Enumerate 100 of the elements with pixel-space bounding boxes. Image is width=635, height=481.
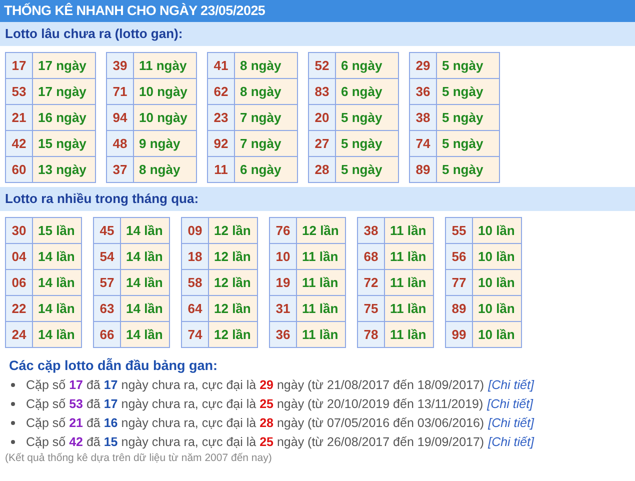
number-cell: 23 <box>208 104 234 130</box>
count-cell: 14 lần <box>120 296 170 322</box>
number-cell: 28 <box>308 156 336 182</box>
count-cell: 11 lần <box>296 244 346 270</box>
number-cell: 18 <box>182 244 208 270</box>
count-cell: 14 lần <box>120 244 170 270</box>
number-cell: 99 <box>446 322 472 348</box>
count-cell: 12 lần <box>208 270 258 296</box>
bullet-icon <box>11 382 15 386</box>
number-cell: 56 <box>446 244 472 270</box>
number-cell: 89 <box>410 156 436 182</box>
number-cell: 76 <box>270 218 296 244</box>
count-cell: 6 ngày <box>336 52 398 78</box>
count-cell: 5 ngày <box>336 104 398 130</box>
number-cell: 62 <box>208 78 234 104</box>
number-cell: 72 <box>358 270 384 296</box>
section-heading: Lotto lâu chưa ra (lotto gan): <box>0 22 635 46</box>
count-cell: 14 lần <box>32 296 82 322</box>
detail-link[interactable]: [Chi tiết] <box>488 416 534 430</box>
count-cell: 10 lần <box>472 296 522 322</box>
count-cell: 12 lần <box>208 244 258 270</box>
count-cell: 11 ngày <box>134 52 196 78</box>
count-cell: 9 ngày <box>134 130 196 156</box>
count-cell: 17 ngày <box>32 78 96 104</box>
number-cell: 31 <box>270 296 296 322</box>
count-cell: 8 ngày <box>234 78 298 104</box>
count-cell: 15 lần <box>32 218 82 244</box>
count-cell: 5 ngày <box>436 52 500 78</box>
list-text: Cặp số 21 đã 16 ngày chưa ra, cực đại là 28 ngày (từ 07/05/2016 đến 03/06/2016) <box>26 416 484 430</box>
bullet-icon <box>11 420 15 424</box>
count-cell: 5 ngày <box>436 78 500 104</box>
count-cell: 5 ngày <box>436 130 500 156</box>
count-cell: 14 lần <box>120 270 170 296</box>
count-cell: 11 lần <box>296 270 346 296</box>
number-cell: 10 <box>270 244 296 270</box>
bullet-icon <box>11 440 15 444</box>
list-text: Cặp số 42 đã 15 ngày chưa ra, cực đại là 25 ngày (từ 26/08/2017 đến 19/09/2017) <box>26 434 484 448</box>
number-cell: 48 <box>106 130 134 156</box>
count-cell: 16 ngày <box>32 104 96 130</box>
list-text: Cặp số 17 đã 17 ngày chưa ra, cực đại là 29 ngày (từ 21/08/2017 đến 18/09/2017) <box>26 378 484 392</box>
footnote: (Kết quả thống kê dựa trên dữ liệu từ năm 2007 đến nay) <box>5 452 273 464</box>
count-cell: 6 ngày <box>336 78 398 104</box>
count-cell: 12 lần <box>208 296 258 322</box>
number-cell: 22 <box>6 296 32 322</box>
count-cell: 12 lần <box>208 218 258 244</box>
count-cell: 11 lần <box>384 296 434 322</box>
number-cell: 83 <box>308 78 336 104</box>
number-cell: 74 <box>410 130 436 156</box>
count-cell: 14 lần <box>32 270 82 296</box>
count-cell: 10 ngày <box>134 104 196 130</box>
list-heading: Các cặp lotto dẫn đầu bảng gan: <box>9 358 219 373</box>
number-cell: 39 <box>106 52 134 78</box>
number-cell: 20 <box>308 104 336 130</box>
detail-link[interactable]: [Chi tiết] <box>487 396 534 410</box>
count-cell: 7 ngày <box>234 104 298 130</box>
count-cell: 13 ngày <box>32 156 96 182</box>
count-cell: 14 lần <box>120 218 170 244</box>
number-cell: 68 <box>358 244 384 270</box>
number-cell: 27 <box>308 130 336 156</box>
count-cell: 14 lần <box>120 322 170 348</box>
number-cell: 63 <box>94 296 120 322</box>
list-text: Cặp số 53 đã 17 ngày chưa ra, cực đại là 25 ngày (từ 20/10/2019 đến 13/11/2019) <box>26 396 484 410</box>
number-cell: 36 <box>410 78 436 104</box>
count-cell: 10 ngày <box>134 78 196 104</box>
number-cell: 30 <box>6 218 32 244</box>
detail-link[interactable]: [Chi tiết] <box>488 434 534 448</box>
number-cell: 38 <box>358 218 384 244</box>
number-cell: 04 <box>6 244 32 270</box>
number-cell: 11 <box>208 156 234 182</box>
number-cell: 57 <box>94 270 120 296</box>
count-cell: 11 lần <box>384 322 434 348</box>
count-cell: 12 lần <box>208 322 258 348</box>
count-cell: 8 ngày <box>234 52 298 78</box>
number-cell: 53 <box>6 78 32 104</box>
number-cell: 89 <box>446 296 472 322</box>
count-cell: 15 ngày <box>32 130 96 156</box>
number-cell: 24 <box>6 322 32 348</box>
number-cell: 29 <box>410 52 436 78</box>
number-cell: 38 <box>410 104 436 130</box>
number-cell: 17 <box>6 52 32 78</box>
count-cell: 11 lần <box>384 270 434 296</box>
count-cell: 5 ngày <box>436 104 500 130</box>
number-cell: 58 <box>182 270 208 296</box>
detail-link[interactable]: [Chi tiết] <box>488 378 534 392</box>
count-cell: 6 ngày <box>234 156 298 182</box>
count-cell: 11 lần <box>296 296 346 322</box>
number-cell: 42 <box>6 130 32 156</box>
number-cell: 74 <box>182 322 208 348</box>
number-cell: 37 <box>106 156 134 182</box>
number-cell: 55 <box>446 218 472 244</box>
number-cell: 54 <box>94 244 120 270</box>
count-cell: 8 ngày <box>134 156 196 182</box>
count-cell: 10 lần <box>472 218 522 244</box>
number-cell: 66 <box>94 322 120 348</box>
count-cell: 10 lần <box>472 322 522 348</box>
count-cell: 17 ngày <box>32 52 96 78</box>
number-cell: 19 <box>270 270 296 296</box>
count-cell: 7 ngày <box>234 130 298 156</box>
count-cell: 10 lần <box>472 244 522 270</box>
count-cell: 5 ngày <box>336 156 398 182</box>
